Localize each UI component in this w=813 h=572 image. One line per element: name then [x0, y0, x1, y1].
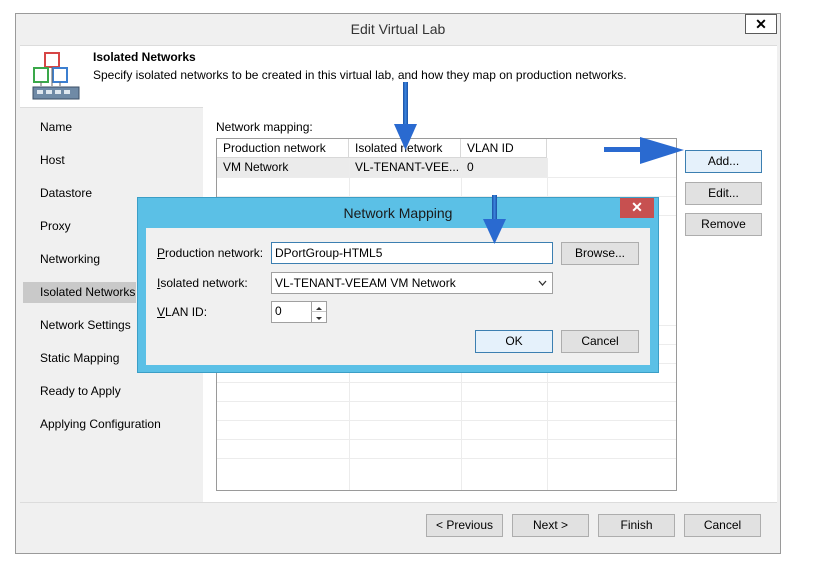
table-cell-vlan[interactable]: 0	[461, 158, 547, 177]
previous-button[interactable]: < Previous	[426, 514, 503, 537]
next-button[interactable]: Next >	[512, 514, 589, 537]
footer-divider	[20, 502, 777, 503]
step-host[interactable]: Host	[23, 150, 183, 171]
dialog-title: Network Mapping	[343, 205, 453, 221]
chevron-down-icon	[538, 280, 547, 286]
finish-button[interactable]: Finish	[598, 514, 675, 537]
stepper-down-icon[interactable]	[311, 312, 326, 322]
dialog-close-icon[interactable]: ✕	[620, 198, 654, 218]
window-title: Edit Virtual Lab	[350, 21, 446, 37]
cancel-button[interactable]: Cancel	[684, 514, 761, 537]
grid-line	[217, 420, 676, 421]
production-accesskey: P	[157, 246, 166, 260]
edit-button[interactable]: Edit...	[685, 182, 762, 205]
vlan-id-value: 0	[275, 304, 282, 318]
production-label-text: roduction network:	[165, 246, 264, 260]
table-cell-isolated[interactable]: VL-TENANT-VEE...	[349, 158, 461, 177]
isolated-network-label: Isolated network:	[157, 276, 248, 290]
step-isolated-networks[interactable]: Isolated Networks	[23, 282, 136, 303]
add-button[interactable]: Add...	[685, 150, 762, 173]
production-network-field[interactable]: DPortGroup-HTML5	[271, 242, 553, 264]
column-header-production[interactable]: Production network	[217, 139, 349, 158]
browse-button[interactable]: Browse...	[561, 242, 639, 265]
column-header-isolated[interactable]: Isolated network	[349, 139, 461, 158]
dialog-cancel-button[interactable]: Cancel	[561, 330, 639, 353]
isolated-label-text: solated network:	[160, 276, 248, 290]
header-description: Specify isolated networks to be created …	[93, 68, 627, 82]
dialog-body: Production network: DPortGroup-HTML5 Bro…	[146, 228, 650, 365]
stepper-up-icon[interactable]	[311, 302, 326, 312]
vlan-id-stepper[interactable]: 0	[271, 301, 327, 323]
isolated-network-select[interactable]: VL-TENANT-VEEAM VM Network	[271, 272, 553, 294]
grid-line	[217, 458, 676, 459]
vlan-label-text: LAN ID:	[165, 305, 208, 319]
wizard-header: Isolated Networks Specify isolated netwo…	[20, 45, 777, 108]
title-bar: Edit Virtual Lab ✕	[16, 14, 780, 45]
network-mapping-dialog: Network Mapping ✕ Production network: DP…	[137, 197, 659, 373]
step-name[interactable]: Name	[23, 117, 183, 138]
network-topology-icon	[31, 52, 81, 104]
ok-button[interactable]: OK	[475, 330, 553, 353]
grid-line	[217, 382, 676, 383]
network-mapping-label: Network mapping:	[216, 120, 313, 134]
grid-line	[217, 401, 676, 402]
isolated-network-value: VL-TENANT-VEEAM VM Network	[275, 276, 456, 290]
column-header-vlan[interactable]: VLAN ID	[461, 139, 547, 158]
vlan-accesskey: V	[157, 305, 166, 319]
remove-button[interactable]: Remove	[685, 213, 762, 236]
grid-line	[217, 439, 676, 440]
grid-line	[217, 177, 676, 178]
production-network-label: Production network:	[157, 246, 263, 260]
header-title: Isolated Networks	[93, 50, 196, 64]
close-icon[interactable]: ✕	[745, 14, 777, 34]
vlan-id-label: VLAN ID:	[157, 305, 207, 319]
table-row[interactable]: VM Network	[217, 158, 349, 177]
step-applying-configuration[interactable]: Applying Configuration	[23, 414, 183, 435]
step-ready-to-apply[interactable]: Ready to Apply	[23, 381, 183, 402]
